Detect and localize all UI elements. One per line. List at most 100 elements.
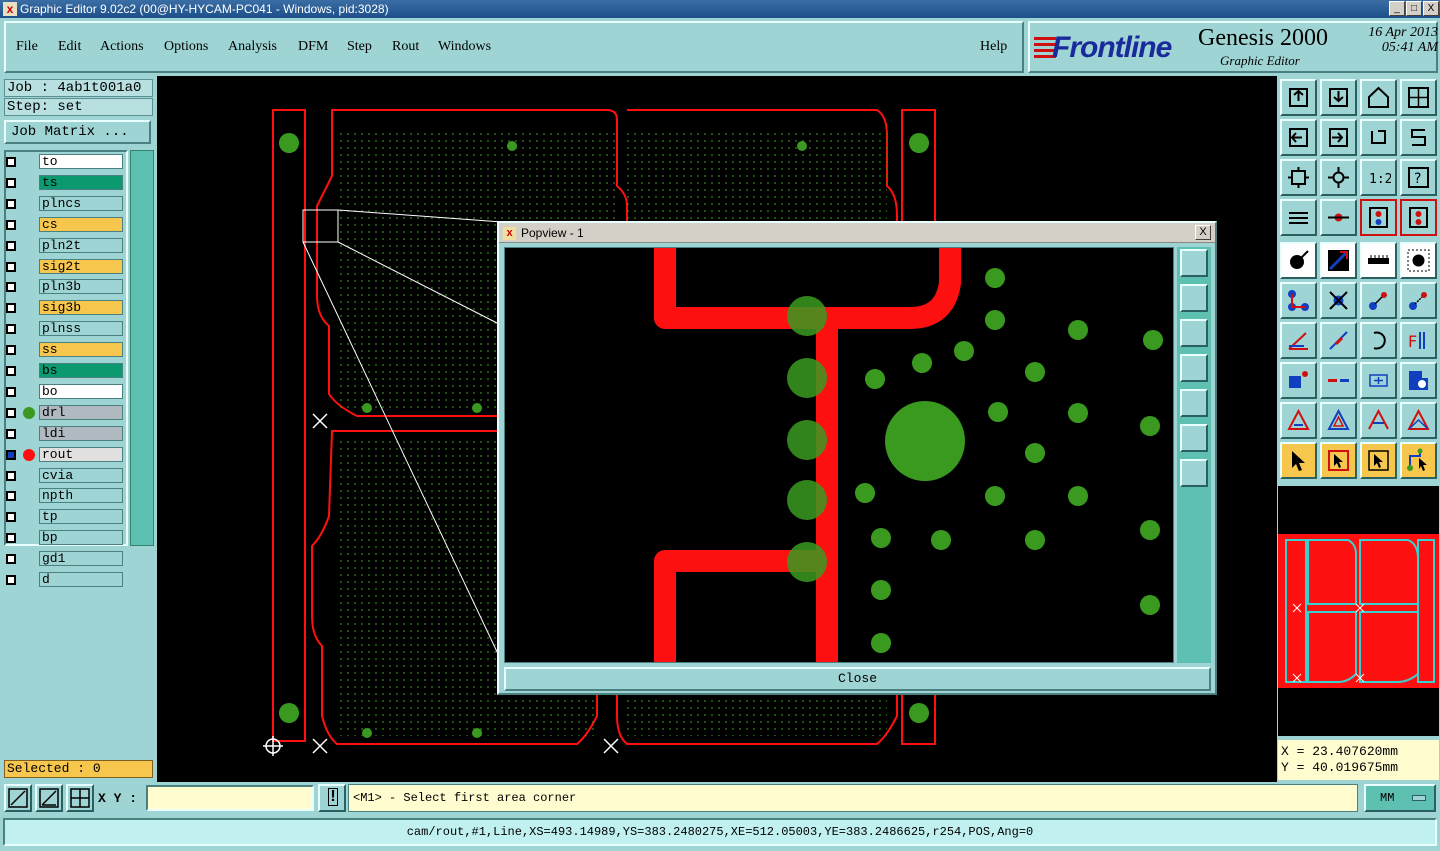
zoom-area-icon[interactable] [4,784,32,812]
alert-button[interactable]: ! [318,784,346,812]
pointer-net-icon[interactable] [1400,442,1437,479]
text-feature-icon[interactable]: F [1400,322,1437,359]
scale-1-2-icon[interactable]: 1:2 [1360,159,1397,196]
pointer-icon[interactable] [1280,442,1317,479]
triangle-split-icon[interactable] [1400,402,1437,439]
navigator-minimap[interactable] [1278,534,1439,688]
angle-icon[interactable] [1280,322,1317,359]
pad-resize-icon[interactable] [1280,362,1317,399]
surface-icon[interactable] [1400,362,1437,399]
graphic-control-icon[interactable] [1280,199,1317,236]
measure-icon[interactable] [1320,199,1357,236]
layer-checkbox[interactable] [6,345,16,356]
triangle-icon[interactable] [1280,402,1317,439]
layer-checkbox[interactable] [6,303,16,314]
unit-selector[interactable]: MM [1364,784,1436,812]
popview-pan-up-button[interactable] [1180,284,1208,312]
line-icon[interactable] [1320,242,1357,279]
popview-close-button[interactable]: Close [504,667,1211,691]
minimize-button[interactable]: _ [1389,1,1405,16]
layer-checkbox[interactable] [6,407,16,418]
ruler-icon[interactable] [1360,242,1397,279]
layer-checkbox[interactable] [6,177,16,188]
snap-icon[interactable] [1400,119,1437,156]
layer-name: ss [39,342,123,358]
pointer-box-icon[interactable] [1320,442,1357,479]
grid-icon[interactable] [66,784,94,812]
date-time: 16 Apr 2013 05:41 AM [1338,25,1438,55]
zoom-center-icon[interactable] [1320,159,1357,196]
delete-feature-icon[interactable] [1320,282,1357,319]
menu-dfm[interactable]: DFM [298,39,328,55]
job-matrix-button[interactable]: Job Matrix ... [4,120,151,144]
layer-checkbox[interactable] [6,533,16,544]
menu-windows[interactable]: Windows [438,39,491,55]
zoom-fit-icon[interactable] [1280,159,1317,196]
layer-checkbox[interactable] [6,198,16,209]
measure-angle-icon[interactable] [35,784,63,812]
layer-checkbox[interactable] [6,366,16,376]
popview-close-icon[interactable]: X [1195,225,1211,240]
move-feature-icon[interactable] [1360,282,1397,319]
layer-checkbox[interactable] [6,386,16,397]
layer-checkbox[interactable] [6,470,16,481]
xy-label: X Y : [98,791,138,806]
menu-rout[interactable]: Rout [392,39,419,55]
maximize-button[interactable]: □ [1406,1,1422,16]
add-feature-icon[interactable] [1280,282,1317,319]
popview-canvas[interactable] [504,247,1174,663]
popview-pan-left-button[interactable] [1180,354,1208,382]
layer-checkbox[interactable] [6,575,16,585]
home-icon[interactable] [1360,79,1397,116]
layer-checkbox[interactable] [6,491,16,502]
layer-name: plnss [39,321,123,337]
menu-analysis[interactable]: Analysis [228,39,277,55]
layer-name: bs [39,363,123,378]
pad-icon[interactable] [1280,242,1317,279]
layer-checkbox[interactable] [6,449,16,460]
help-icon[interactable]: ? [1400,159,1437,196]
close-window-button[interactable]: X [1423,1,1439,16]
layer-checkbox[interactable] [6,554,16,565]
popview-zoom-home-button[interactable] [1180,459,1208,487]
menu-help[interactable]: Help [980,39,1007,55]
layer-checkbox[interactable] [6,240,16,251]
xy-input[interactable] [146,785,314,811]
layer-checkbox[interactable] [6,324,16,335]
popview-zoom-in-button[interactable] [1180,249,1208,277]
copy-feature-icon[interactable] [1400,282,1437,319]
menu-step[interactable]: Step [347,39,372,55]
layer-checkbox[interactable] [6,282,16,293]
menu-file[interactable]: File [16,39,38,55]
menu-actions[interactable]: Actions [100,39,144,55]
popview-pan-right-button[interactable] [1180,389,1208,417]
pan-right-button[interactable] [1320,119,1357,156]
layer-checkbox[interactable] [6,219,16,230]
menu-edit[interactable]: Edit [58,39,81,55]
pointer-area-icon[interactable] [1360,442,1397,479]
layer-compare-icon[interactable] [1400,199,1437,236]
rotate-icon[interactable] [1360,119,1397,156]
layer-checkbox[interactable] [6,261,16,272]
snap-grid-icon[interactable] [1360,362,1397,399]
layer-checkbox[interactable] [6,157,16,167]
popview-pan-down-button[interactable] [1180,319,1208,347]
layer-checkbox[interactable] [6,428,16,439]
popview-title: Popview - 1 [521,226,584,240]
layer-checkbox[interactable] [6,512,16,523]
circle-select-icon[interactable] [1400,242,1437,279]
unit-dropdown-icon [1412,795,1426,801]
menu-options[interactable]: Options [164,39,208,55]
split-view-icon[interactable] [1400,79,1437,116]
arch-icon[interactable] [1360,402,1397,439]
pan-left-button[interactable] [1280,119,1317,156]
zoom-page-button[interactable] [1280,79,1317,116]
arc-icon[interactable] [1360,322,1397,359]
triangle-blue-icon[interactable] [1320,402,1357,439]
layer-display-icon[interactable] [1360,199,1397,236]
layer-list-scrollbar[interactable] [130,150,154,546]
line-break-icon[interactable] [1320,362,1357,399]
diagonal-line-icon[interactable] [1320,322,1357,359]
zoom-down-button[interactable] [1320,79,1357,116]
popview-zoom-fit-button[interactable] [1180,424,1208,452]
